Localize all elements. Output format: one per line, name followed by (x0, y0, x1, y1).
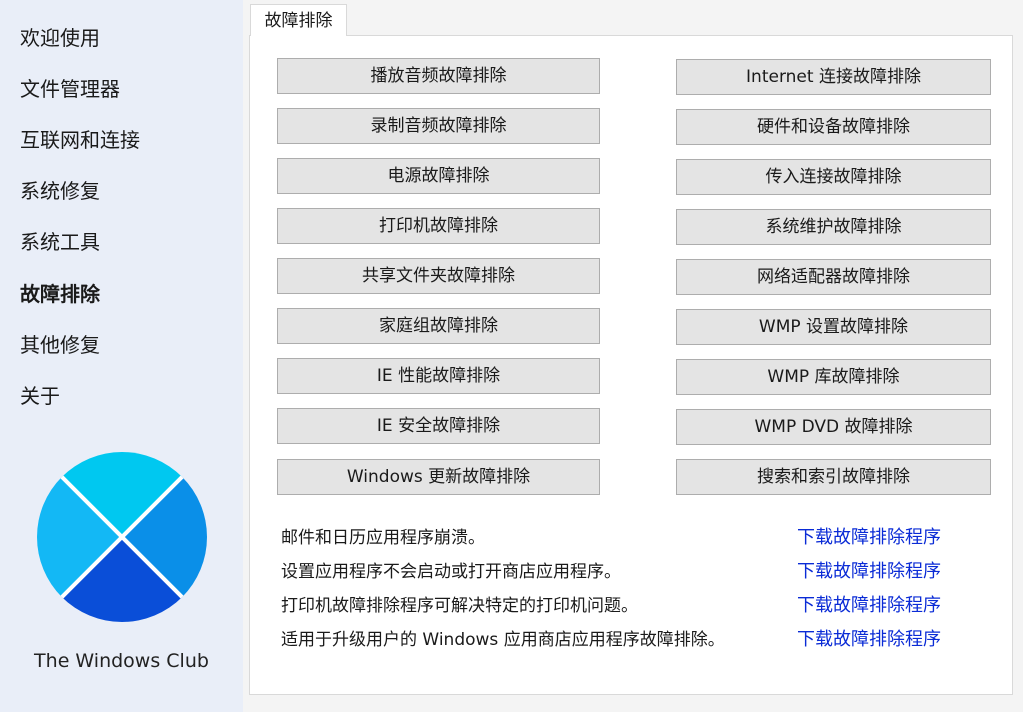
record-audio-troubleshoot-button[interactable]: 录制音频故障排除 (277, 108, 600, 144)
sidebar-item-system-repair[interactable]: 系统修复 (20, 179, 100, 203)
printer-issue-text: 打印机故障排除程序可解决特定的打印机问题。 (281, 596, 638, 616)
incoming-connections-troubleshoot-button[interactable]: 传入连接故障排除 (676, 159, 991, 195)
mail-calendar-issue-text: 邮件和日历应用程序崩溃。 (281, 528, 485, 548)
settings-app-download-link[interactable]: 下载故障排除程序 (797, 561, 941, 583)
windows-update-troubleshoot-button[interactable]: Windows 更新故障排除 (277, 459, 600, 495)
sidebar: 欢迎使用 文件管理器 互联网和连接 系统修复 系统工具 故障排除 其他修复 关于… (0, 0, 243, 712)
sidebar-item-file-manager[interactable]: 文件管理器 (20, 77, 120, 101)
printer-troubleshoot-button[interactable]: 打印机故障排除 (277, 208, 600, 244)
sidebar-item-troubleshooting[interactable]: 故障排除 (20, 282, 100, 306)
sidebar-item-welcome[interactable]: 欢迎使用 (20, 26, 100, 50)
sidebar-item-about[interactable]: 关于 (20, 384, 60, 408)
wmp-library-troubleshoot-button[interactable]: WMP 库故障排除 (676, 359, 991, 395)
twc-logo (37, 452, 207, 622)
sidebar-item-system-tools[interactable]: 系统工具 (20, 230, 100, 254)
internet-connection-troubleshoot-button[interactable]: Internet 连接故障排除 (676, 59, 991, 95)
search-indexing-troubleshoot-button[interactable]: 搜索和索引故障排除 (676, 459, 991, 495)
settings-app-issue-text: 设置应用程序不会启动或打开商店应用程序。 (281, 562, 621, 582)
wmp-dvd-troubleshoot-button[interactable]: WMP DVD 故障排除 (676, 409, 991, 445)
ie-security-troubleshoot-button[interactable]: IE 安全故障排除 (277, 408, 600, 444)
play-audio-troubleshoot-button[interactable]: 播放音频故障排除 (277, 58, 600, 94)
brand-name: The Windows Club (34, 650, 209, 672)
sidebar-item-internet[interactable]: 互联网和连接 (20, 128, 140, 152)
power-troubleshoot-button[interactable]: 电源故障排除 (277, 158, 600, 194)
hardware-devices-troubleshoot-button[interactable]: 硬件和设备故障排除 (676, 109, 991, 145)
store-apps-download-link[interactable]: 下载故障排除程序 (797, 629, 941, 651)
shared-folder-troubleshoot-button[interactable]: 共享文件夹故障排除 (277, 258, 600, 294)
system-maintenance-troubleshoot-button[interactable]: 系统维护故障排除 (676, 209, 991, 245)
homegroup-troubleshoot-button[interactable]: 家庭组故障排除 (277, 308, 600, 344)
ie-performance-troubleshoot-button[interactable]: IE 性能故障排除 (277, 358, 600, 394)
tab-troubleshooting[interactable]: 故障排除 (250, 4, 347, 36)
network-adapter-troubleshoot-button[interactable]: 网络适配器故障排除 (676, 259, 991, 295)
mail-calendar-download-link[interactable]: 下载故障排除程序 (797, 527, 941, 549)
sidebar-item-other-fixes[interactable]: 其他修复 (20, 333, 100, 357)
store-apps-issue-text: 适用于升级用户的 Windows 应用商店应用程序故障排除。 (281, 630, 725, 650)
wmp-settings-troubleshoot-button[interactable]: WMP 设置故障排除 (676, 309, 991, 345)
printer-download-link[interactable]: 下载故障排除程序 (797, 595, 941, 617)
